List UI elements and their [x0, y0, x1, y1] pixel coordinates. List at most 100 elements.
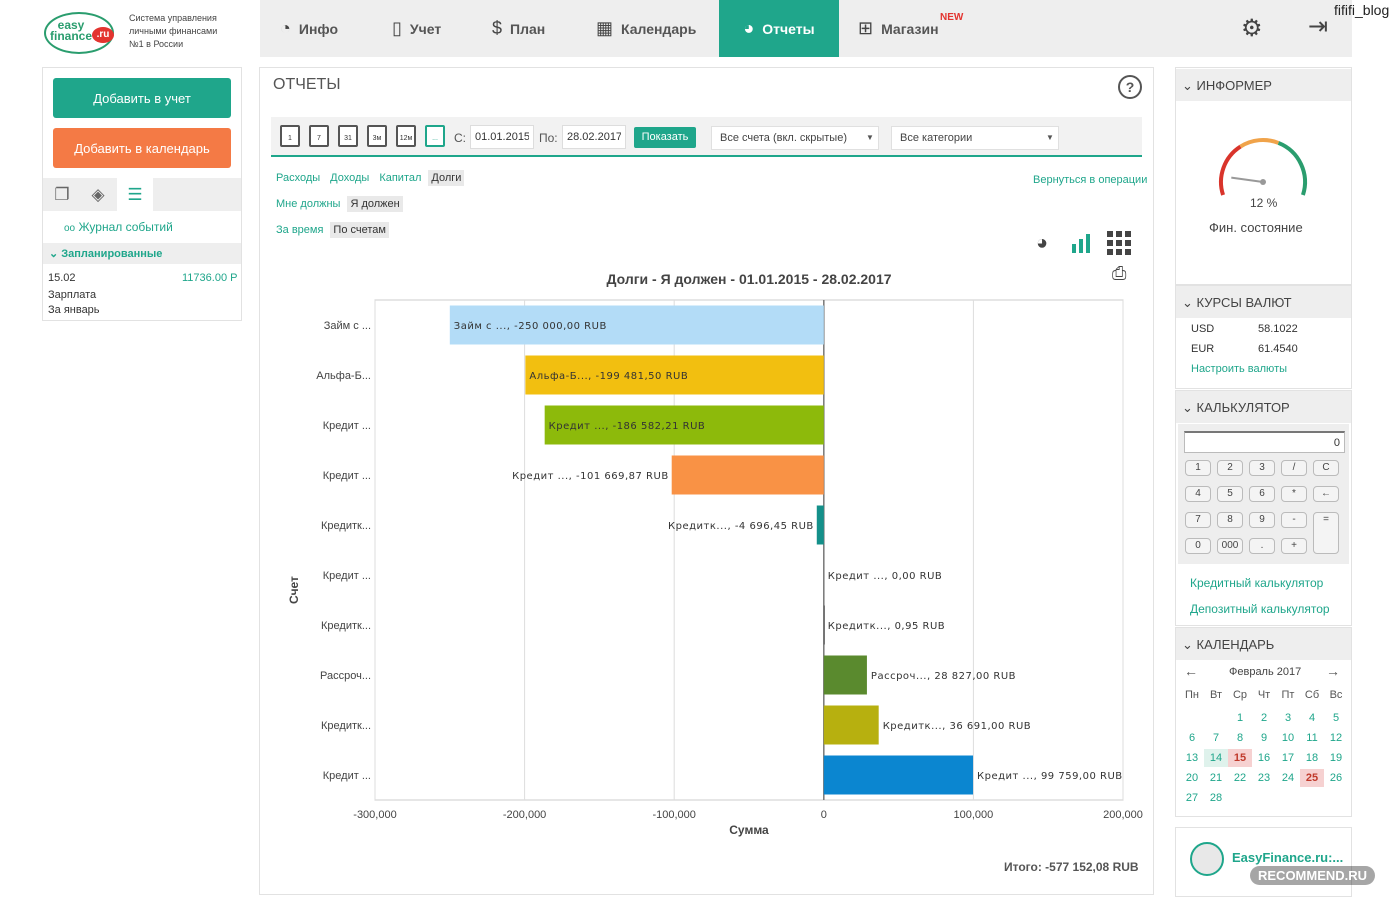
bar-data-label: Альфа-Б..., -199 481,50 RUB [529, 371, 688, 382]
calendar-day[interactable]: 18 [1300, 749, 1324, 767]
bar[interactable] [816, 505, 824, 545]
calendar-next-arrow[interactable]: → [1326, 663, 1340, 679]
bar[interactable] [671, 455, 824, 495]
calendar-day[interactable]: 24 [1276, 769, 1300, 787]
credit-calculator-link[interactable]: Кредитный калькулятор [1190, 576, 1323, 590]
calculator-key[interactable]: 3 [1249, 460, 1275, 476]
bar[interactable] [823, 705, 879, 745]
calculator-key[interactable]: 4 [1185, 486, 1211, 502]
calculator-key[interactable]: 9 [1249, 512, 1275, 528]
chevron-down-icon: ⌄ [1182, 295, 1193, 310]
calculator-header[interactable]: ⌄ КАЛЬКУЛЯТОР [1176, 391, 1351, 423]
calendar-day[interactable]: 1 [1228, 709, 1252, 727]
calendar-day[interactable]: 5 [1324, 709, 1348, 727]
calendar-day[interactable]: 25 [1300, 769, 1324, 787]
deposit-calculator-link[interactable]: Депозитный калькулятор [1190, 602, 1330, 616]
calendar-weekday: Ср [1232, 689, 1248, 701]
calendar-day[interactable]: 28 [1204, 789, 1228, 807]
calculator-display[interactable]: 0 [1184, 431, 1345, 453]
calendar-day[interactable]: 7 [1204, 729, 1228, 747]
calendar-day[interactable]: 26 [1324, 769, 1348, 787]
calendar-weekday: Вс [1329, 689, 1343, 701]
calendar-weekday: Пт [1281, 689, 1295, 701]
financial-gauge [1219, 138, 1307, 196]
calculator-key[interactable]: ← [1313, 486, 1339, 502]
chevron-down-icon: ⌄ [1182, 637, 1193, 652]
y-tick-label: Кредит ... [323, 570, 371, 582]
calculator-key[interactable]: 8 [1217, 512, 1243, 528]
bar[interactable] [823, 605, 825, 645]
calendar-weekday: Чт [1257, 689, 1271, 701]
calendar-day[interactable]: 19 [1324, 749, 1348, 767]
calendar-day[interactable]: 21 [1204, 769, 1228, 787]
y-tick-label: Рассроч... [320, 670, 371, 682]
calculator-key[interactable]: 6 [1249, 486, 1275, 502]
configure-currencies-link[interactable]: Настроить валюты [1191, 363, 1287, 375]
calculator-key[interactable]: 5 [1217, 486, 1243, 502]
calendar-day[interactable]: 27 [1180, 789, 1204, 807]
bar[interactable] [823, 755, 974, 795]
calendar-day[interactable]: 10 [1276, 729, 1300, 747]
calendar-day[interactable]: 17 [1276, 749, 1300, 767]
bar[interactable] [823, 655, 867, 695]
gauge-needle [1231, 176, 1264, 183]
chevron-down-icon: ⌄ [1182, 400, 1193, 415]
y-tick-label: Займ с ... [324, 320, 371, 332]
bar-data-label: Кредитк..., 0,95 RUB [828, 621, 945, 632]
calculator-key[interactable]: - [1281, 512, 1307, 528]
calculator-key[interactable]: . [1249, 538, 1275, 554]
calculator-key[interactable]: 1 [1185, 460, 1211, 476]
calculator-key[interactable]: / [1281, 460, 1307, 476]
calendar-weekday: Сб [1304, 689, 1320, 701]
calendar-weekday: Пн [1185, 689, 1199, 701]
calendar-day[interactable]: 11 [1300, 729, 1324, 747]
gear-icon[interactable]: ⚙ [1241, 14, 1263, 43]
informer-header[interactable]: ⌄ ИНФОРМЕР [1176, 69, 1351, 101]
calendar-day[interactable]: 12 [1324, 729, 1348, 747]
x-tick-label: -100,000 [652, 809, 695, 821]
rates-header[interactable]: ⌄ КУРСЫ ВАЛЮТ [1176, 286, 1351, 318]
calculator-key[interactable]: = [1313, 512, 1339, 554]
calendar-day[interactable]: 16 [1252, 749, 1276, 767]
calculator-title: КАЛЬКУЛЯТОР [1196, 400, 1290, 415]
calendar-day[interactable]: 2 [1252, 709, 1276, 727]
calculator-key[interactable]: * [1281, 486, 1307, 502]
calendar-day[interactable]: 23 [1252, 769, 1276, 787]
calculator-key[interactable]: 0 [1185, 538, 1211, 554]
calendar-month: Февраль 2017 [1229, 666, 1302, 678]
calendar-header[interactable]: ⌄ КАЛЕНДАРЬ [1176, 628, 1351, 660]
calendar-day[interactable]: 20 [1180, 769, 1204, 787]
promo-logo [1190, 842, 1224, 876]
calendar-prev-arrow[interactable]: ← [1184, 663, 1198, 679]
calculator-key[interactable]: 7 [1185, 512, 1211, 528]
calendar-weekday: Вт [1209, 689, 1222, 701]
calendar-day[interactable]: 8 [1228, 729, 1252, 747]
bar-data-label: Кредит ..., -101 669,87 RUB [512, 471, 669, 482]
logout-icon[interactable]: ⇥ [1308, 12, 1328, 41]
calendar-day[interactable]: 13 [1180, 749, 1204, 767]
calendar-day[interactable]: 22 [1228, 769, 1252, 787]
calendar-title: КАЛЕНДАРЬ [1196, 637, 1275, 652]
calculator-key[interactable]: C [1313, 460, 1339, 476]
gauge-label: Фин. состояние [1209, 220, 1303, 235]
x-axis-title: Сумма [729, 823, 769, 837]
y-tick-label: Кредит ... [323, 770, 371, 782]
bar-data-label: Займ с ..., -250 000,00 RUB [454, 321, 607, 332]
calendar-day[interactable]: 14 [1204, 749, 1228, 767]
report-total: Итого: -577 152,08 RUB [1004, 860, 1139, 874]
calendar-day[interactable]: 4 [1300, 709, 1324, 727]
informer-title: ИНФОРМЕР [1196, 78, 1272, 93]
rates-title: КУРСЫ ВАЛЮТ [1196, 295, 1292, 310]
calculator-key[interactable]: + [1281, 538, 1307, 554]
bar-data-label: Кредитк..., 36 691,00 RUB [883, 721, 1031, 732]
rate-value-usd: 58.1022 [1258, 323, 1298, 335]
y-tick-label: Кредитк... [321, 720, 371, 732]
calendar-day[interactable]: 9 [1252, 729, 1276, 747]
calendar-day[interactable]: 15 [1228, 749, 1252, 767]
promo-link[interactable]: EasyFinance.ru:... [1232, 850, 1343, 865]
calculator-key[interactable]: 2 [1217, 460, 1243, 476]
calendar-day[interactable]: 6 [1180, 729, 1204, 747]
calendar-day[interactable]: 3 [1276, 709, 1300, 727]
x-tick-label: 0 [821, 809, 827, 821]
calculator-key[interactable]: 000 [1217, 538, 1243, 554]
